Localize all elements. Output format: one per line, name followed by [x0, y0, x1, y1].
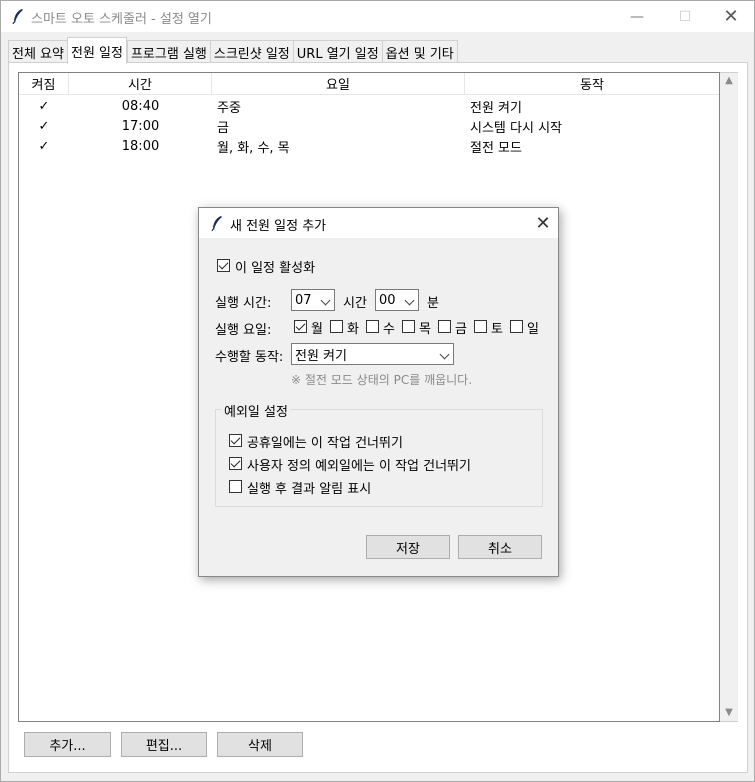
scroll-down-icon[interactable]: ▼ [724, 707, 734, 718]
minute-select[interactable]: 00 [375, 289, 419, 311]
close-button[interactable]: ✕ [708, 1, 754, 32]
exceptions-group: 예외일 설정 공휴일에는 이 작업 건너뛰기 사용자 정의 예외일에는 이 작업… [215, 401, 543, 507]
tab-screenshot-schedule[interactable]: 스크린샷 일정 [209, 40, 293, 64]
day-label-sun: 일 [527, 322, 539, 337]
column-time[interactable]: 시간 [69, 73, 212, 95]
row-action-cell: 시스템 다시 시작 [470, 120, 562, 136]
save-button[interactable]: 저장 [366, 535, 450, 559]
day-checkbox-mon[interactable] [294, 320, 307, 333]
day-checkbox-sat[interactable] [474, 320, 487, 333]
dialog-close-button[interactable]: ✕ [531, 211, 555, 235]
tab-summary[interactable]: 전체 요약 [8, 40, 67, 64]
holiday-skip-label: 공휴일에는 이 작업 건너뛰기 [247, 436, 403, 451]
main-window: 스마트 오토 스케줄러 - 설정 열기 — ☐ ✕ 전체 요약 전원 일정 프로… [0, 0, 755, 782]
day-checkbox-fri[interactable] [438, 320, 451, 333]
chevron-down-icon [439, 349, 450, 360]
row-days-cell: 주중 [217, 100, 241, 116]
dialog-title: 새 전원 일정 추가 [230, 219, 327, 234]
custom-exception-label: 사용자 정의 예외일에는 이 작업 건너뛰기 [247, 459, 471, 474]
feather-icon [211, 216, 222, 231]
notify-result-label: 실행 후 결과 알림 표시 [247, 482, 372, 497]
add-power-schedule-dialog: 새 전원 일정 추가 ✕ 이 일정 활성화 실행 시간: 07 시간 00 분 … [198, 207, 559, 577]
row-time-cell: 08:40 [121, 98, 160, 114]
day-checkbox-thu[interactable] [402, 320, 415, 333]
tab-url-schedule[interactable]: URL 열기 일정 [292, 40, 382, 64]
title-bar: 스마트 오토 스케줄러 - 설정 열기 — ☐ ✕ [1, 1, 754, 32]
minimize-button[interactable]: — [614, 1, 660, 32]
days-label: 실행 요일: [215, 323, 272, 338]
hour-value: 07 [295, 292, 312, 308]
chevron-down-icon [404, 295, 415, 306]
minute-value: 00 [379, 292, 396, 308]
day-label-mon: 월 [311, 322, 323, 337]
add-button[interactable]: 추가... [24, 732, 111, 757]
tab-bar: 전체 요약 전원 일정 프로그램 실행 스크린샷 일정 URL 열기 일정 옵션… [8, 37, 458, 64]
row-time-cell: 18:00 [121, 138, 160, 154]
table-header: 켜짐 시간 요일 동작 [19, 73, 719, 95]
day-label-thu: 목 [419, 322, 431, 337]
row-action-cell: 절전 모드 [470, 140, 522, 156]
action-value: 전원 켜기 [295, 348, 347, 364]
action-select[interactable]: 전원 켜기 [291, 343, 454, 365]
action-hint: ※ 절전 모드 상태의 PC를 깨웁니다. [291, 373, 473, 387]
tab-power-schedule[interactable]: 전원 일정 [66, 37, 127, 64]
table-row[interactable]: ✓ 17:00 금 시스템 다시 시작 [19, 116, 719, 136]
vertical-scrollbar[interactable]: ▲ ▼ [720, 72, 738, 722]
row-enabled-cell: ✓ [38, 98, 50, 114]
custom-exception-checkbox[interactable] [229, 457, 242, 470]
day-checkbox-sun[interactable] [510, 320, 523, 333]
day-label-wed: 수 [383, 322, 395, 337]
row-action-cell: 전원 켜기 [470, 100, 522, 116]
chevron-down-icon [320, 295, 331, 306]
row-days-cell: 금 [217, 120, 229, 136]
edit-button[interactable]: 편집... [121, 732, 207, 757]
maximize-button[interactable]: ☐ [662, 1, 708, 32]
window-title: 스마트 오토 스케줄러 - 설정 열기 [31, 12, 212, 27]
row-enabled-cell: ✓ [38, 138, 50, 154]
column-days[interactable]: 요일 [212, 73, 465, 95]
table-row[interactable]: ✓ 18:00 월, 화, 수, 목 절전 모드 [19, 136, 719, 156]
notify-result-checkbox[interactable] [229, 480, 242, 493]
hour-select[interactable]: 07 [291, 289, 335, 311]
time-label: 실행 시간: [215, 296, 272, 311]
hour-unit-label: 시간 [343, 296, 367, 311]
minimize-icon: — [630, 8, 644, 25]
exceptions-title: 예외일 설정 [222, 401, 290, 420]
cancel-button[interactable]: 취소 [458, 535, 542, 559]
holiday-skip-checkbox[interactable] [229, 434, 242, 447]
day-checkbox-wed[interactable] [366, 320, 379, 333]
row-enabled-cell: ✓ [38, 118, 50, 134]
column-enabled[interactable]: 켜짐 [19, 73, 69, 95]
close-icon: ✕ [535, 212, 551, 234]
feather-icon [12, 9, 23, 24]
table-row[interactable]: ✓ 08:40 주중 전원 켜기 [19, 96, 719, 116]
enable-label: 이 일정 활성화 [235, 261, 316, 276]
tab-options[interactable]: 옵션 및 기타 [381, 40, 458, 64]
day-label-fri: 금 [455, 322, 467, 337]
action-label: 수행할 동작: [215, 350, 284, 365]
enable-checkbox[interactable] [217, 259, 230, 272]
day-label-tue: 화 [347, 322, 359, 337]
scroll-up-icon[interactable]: ▲ [724, 75, 734, 86]
day-checkbox-tue[interactable] [330, 320, 343, 333]
close-icon: ✕ [723, 6, 739, 27]
day-label-sat: 토 [491, 322, 503, 337]
dialog-title-bar: 새 전원 일정 추가 ✕ [199, 208, 558, 238]
column-action[interactable]: 동작 [465, 73, 719, 95]
maximize-icon: ☐ [678, 8, 692, 25]
delete-button[interactable]: 삭제 [217, 732, 303, 757]
row-days-cell: 월, 화, 수, 목 [217, 140, 290, 156]
tab-program-run[interactable]: 프로그램 실행 [126, 40, 210, 64]
minute-unit-label: 분 [427, 296, 439, 311]
row-time-cell: 17:00 [121, 118, 160, 134]
